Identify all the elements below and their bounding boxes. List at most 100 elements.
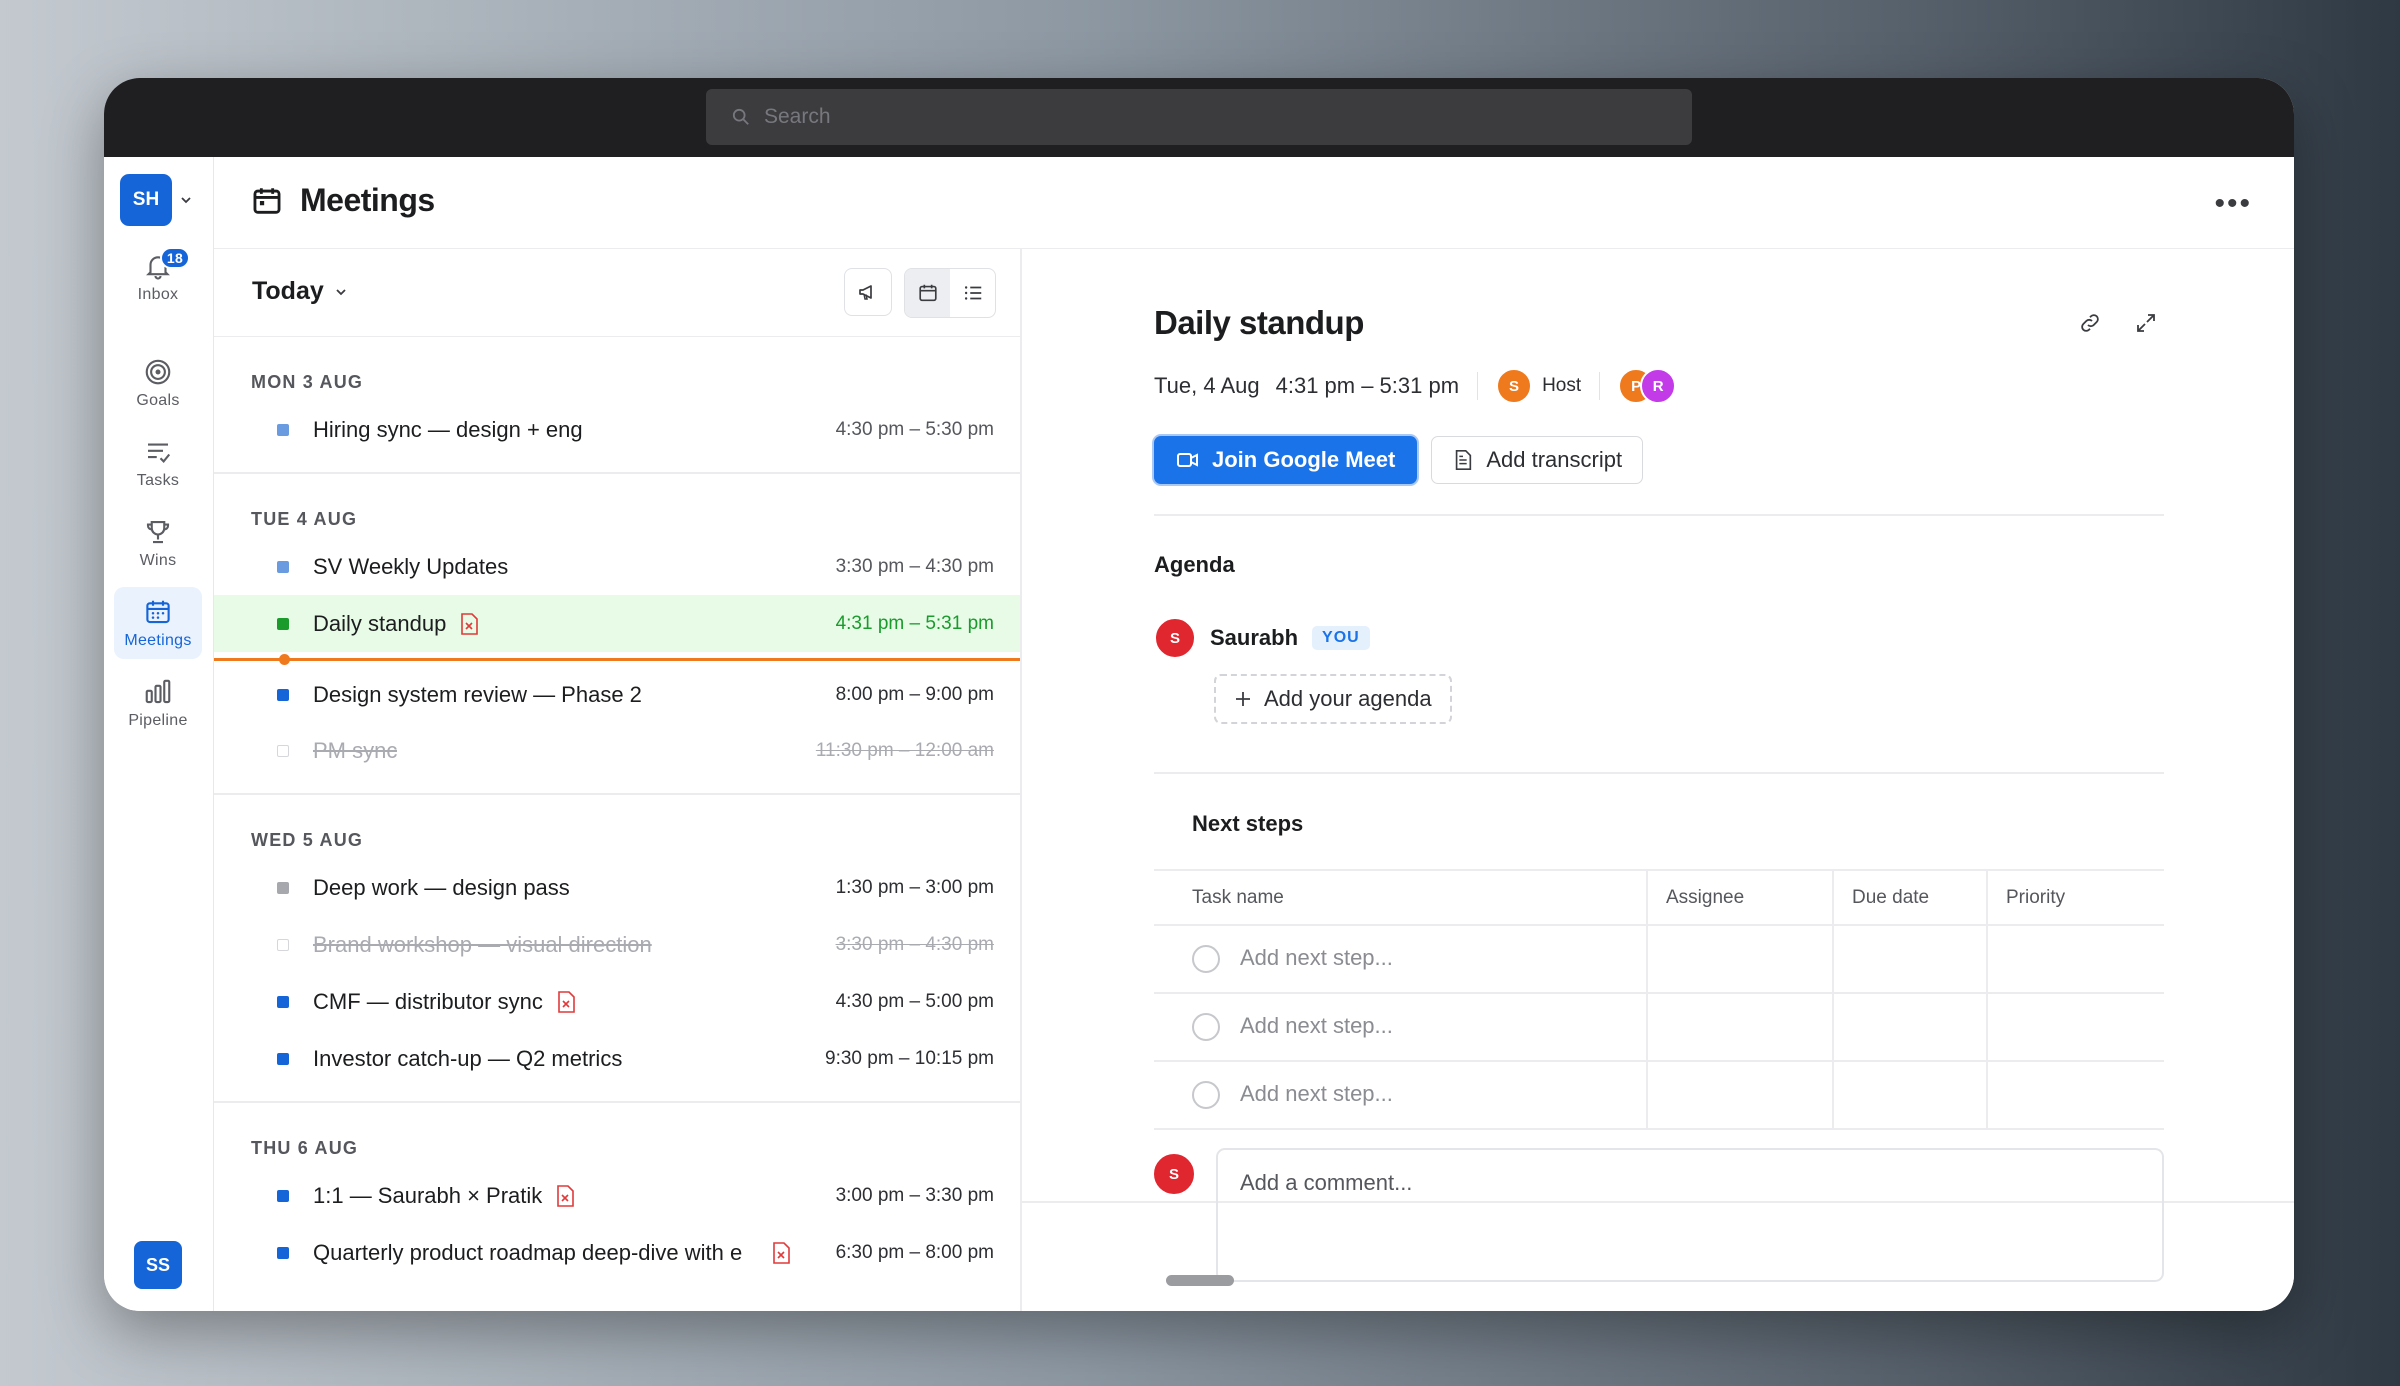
calendar-icon bbox=[253, 187, 281, 214]
sidebar-item-wins[interactable]: Wins bbox=[114, 507, 202, 579]
list-item-cancelled[interactable]: PM sync 11:30 pm – 12:00 am bbox=[214, 722, 1020, 779]
comment-placeholder: Add a comment... bbox=[1240, 1170, 1413, 1195]
search-input[interactable]: Search bbox=[706, 89, 1692, 145]
priority-cell[interactable] bbox=[1986, 993, 2164, 1062]
list-item[interactable]: Quarterly product roadmap deep-dive with… bbox=[214, 1224, 1020, 1281]
event-color-marker bbox=[277, 560, 289, 573]
inbox-badge: 18 bbox=[160, 247, 190, 269]
checkbox-circle-icon[interactable] bbox=[1192, 1013, 1220, 1042]
event-time: 3:30 pm – 4:30 pm bbox=[835, 933, 994, 955]
date-range-label: Today bbox=[252, 277, 324, 305]
list-item-selected[interactable]: Daily standup 4:31 pm – 5:31 pm bbox=[214, 595, 1020, 652]
column-header[interactable]: Assignee bbox=[1646, 871, 1833, 926]
target-icon bbox=[145, 359, 171, 385]
page-title: Meetings bbox=[300, 182, 435, 218]
next-step-placeholder[interactable]: Add next step... bbox=[1240, 945, 1393, 970]
assignee-cell[interactable] bbox=[1646, 1061, 1833, 1130]
list-item[interactable]: Deep work — design pass 1:30 pm – 3:00 p… bbox=[214, 859, 1020, 916]
table-row[interactable]: Add next step... bbox=[1154, 1061, 2164, 1130]
view-toggle bbox=[904, 268, 996, 318]
announce-button[interactable] bbox=[844, 268, 892, 316]
workspace-avatar[interactable]: SH bbox=[120, 174, 172, 226]
event-time: 3:00 pm – 3:30 pm bbox=[835, 1184, 994, 1206]
search-placeholder: Search bbox=[764, 105, 831, 128]
list-item[interactable]: SV Weekly Updates 3:30 pm – 4:30 pm bbox=[214, 538, 1020, 595]
meetings-list: Today MON 3 AUG Hiring sync — design + e… bbox=[214, 249, 1022, 1311]
title-bar: Search bbox=[104, 78, 2294, 157]
horizontal-scrollbar[interactable] bbox=[1166, 1275, 1234, 1286]
table-row[interactable]: Add next step... bbox=[1154, 925, 2164, 994]
event-time: 3:30 pm – 4:30 pm bbox=[835, 555, 994, 577]
meeting-date: Tue, 4 Aug bbox=[1154, 373, 1260, 398]
due-date-cell[interactable] bbox=[1832, 993, 1987, 1062]
assignee-cell[interactable] bbox=[1646, 993, 1833, 1062]
pdf-file-icon bbox=[773, 1241, 790, 1264]
assignee-cell[interactable] bbox=[1646, 925, 1833, 994]
agenda-owner: S Saurabh YOU bbox=[1154, 617, 1370, 659]
user-avatar[interactable]: SS bbox=[134, 1241, 182, 1289]
list-item[interactable]: CMF — distributor sync 4:30 pm – 5:00 pm bbox=[214, 973, 1020, 1030]
event-name: CMF — distributor sync bbox=[313, 988, 543, 1014]
event-color-marker bbox=[277, 1052, 289, 1065]
sidebar-item-label: Tasks bbox=[136, 472, 180, 489]
column-header[interactable]: Priority bbox=[1986, 871, 2164, 926]
event-color-marker bbox=[277, 423, 289, 436]
day-label: THU 6 AUG bbox=[251, 1138, 359, 1158]
list-item[interactable]: Design system review — Phase 2 8:00 pm –… bbox=[214, 668, 1020, 722]
list-item[interactable]: Hiring sync — design + eng 4:30 pm – 5:3… bbox=[214, 401, 1020, 458]
priority-cell[interactable] bbox=[1986, 925, 2164, 994]
table-row[interactable]: Add next step... bbox=[1154, 993, 2164, 1062]
calendar-view-button[interactable] bbox=[905, 269, 950, 317]
calendar-icon bbox=[918, 284, 937, 302]
search-icon bbox=[732, 108, 749, 125]
chevron-down-icon[interactable] bbox=[179, 193, 193, 207]
event-name: Investor catch-up — Q2 metrics bbox=[313, 1045, 623, 1071]
date-range-dropdown[interactable]: Today bbox=[252, 277, 348, 306]
checkbox-circle-icon[interactable] bbox=[1192, 1081, 1220, 1110]
column-header[interactable]: Due date bbox=[1832, 871, 1987, 926]
comment-avatar: S bbox=[1152, 1152, 1196, 1196]
app-window: Search SH 18 Inbox Goals Tasks Wins Meet… bbox=[104, 78, 2294, 1311]
next-steps-table: Task name Assignee Due date Priority Add… bbox=[1154, 869, 2164, 1130]
next-step-placeholder[interactable]: Add next step... bbox=[1240, 1081, 1393, 1106]
checkbox-circle-icon[interactable] bbox=[1192, 945, 1220, 974]
due-date-cell[interactable] bbox=[1832, 925, 1987, 994]
sidebar-item-meetings[interactable]: Meetings bbox=[114, 587, 202, 659]
megaphone-icon bbox=[859, 285, 872, 300]
day-group: TUE 4 AUG SV Weekly Updates 3:30 pm – 4:… bbox=[214, 474, 1020, 795]
sidebar-item-tasks[interactable]: Tasks bbox=[114, 427, 202, 499]
list-icon bbox=[964, 286, 981, 300]
calendar-icon bbox=[146, 600, 170, 624]
event-name: Hiring sync — design + eng bbox=[313, 416, 583, 442]
event-color-marker bbox=[277, 881, 289, 894]
due-date-cell[interactable] bbox=[1832, 1061, 1987, 1130]
more-options-icon[interactable]: ••• bbox=[2214, 187, 2252, 221]
host-avatar[interactable]: S bbox=[1496, 368, 1533, 404]
divider bbox=[1154, 514, 2164, 516]
add-agenda-button[interactable]: Add your agenda bbox=[1214, 674, 1452, 724]
meeting-title: Daily standup bbox=[1154, 304, 1364, 341]
add-transcript-label: Add transcript bbox=[1486, 447, 1623, 472]
sidebar-item-label: Meetings bbox=[124, 632, 192, 649]
host-label: Host bbox=[1542, 375, 1582, 396]
list-item[interactable]: 1:1 — Saurabh × Pratik 3:00 pm – 3:30 pm bbox=[214, 1167, 1020, 1224]
priority-cell[interactable] bbox=[1986, 1061, 2164, 1130]
sidebar-item-goals[interactable]: Goals bbox=[114, 347, 202, 419]
expand-icon[interactable] bbox=[2134, 311, 2158, 335]
attendee-avatar[interactable]: R bbox=[1640, 368, 1677, 404]
list-item[interactable]: Investor catch-up — Q2 metrics 9:30 pm –… bbox=[214, 1030, 1020, 1087]
next-step-placeholder[interactable]: Add next step... bbox=[1240, 1013, 1393, 1038]
column-header[interactable]: Task name bbox=[1154, 871, 1647, 926]
link-icon[interactable] bbox=[2078, 311, 2102, 335]
comment-input[interactable]: Add a comment... bbox=[1216, 1148, 2164, 1282]
sidebar-item-label: Goals bbox=[136, 392, 180, 409]
event-name: PM sync bbox=[313, 737, 398, 763]
join-meet-button[interactable]: Join Google Meet bbox=[1154, 436, 1418, 484]
sidebar-item-label: Pipeline bbox=[128, 712, 188, 729]
sidebar-item-inbox[interactable]: 18 Inbox bbox=[114, 241, 202, 313]
sidebar-item-pipeline[interactable]: Pipeline bbox=[114, 667, 202, 739]
add-transcript-button[interactable]: Add transcript bbox=[1431, 436, 1644, 484]
list-item-cancelled[interactable]: Brand workshop — visual direction 3:30 p… bbox=[214, 916, 1020, 973]
trophy-icon bbox=[146, 520, 170, 544]
list-view-button[interactable] bbox=[950, 269, 995, 317]
